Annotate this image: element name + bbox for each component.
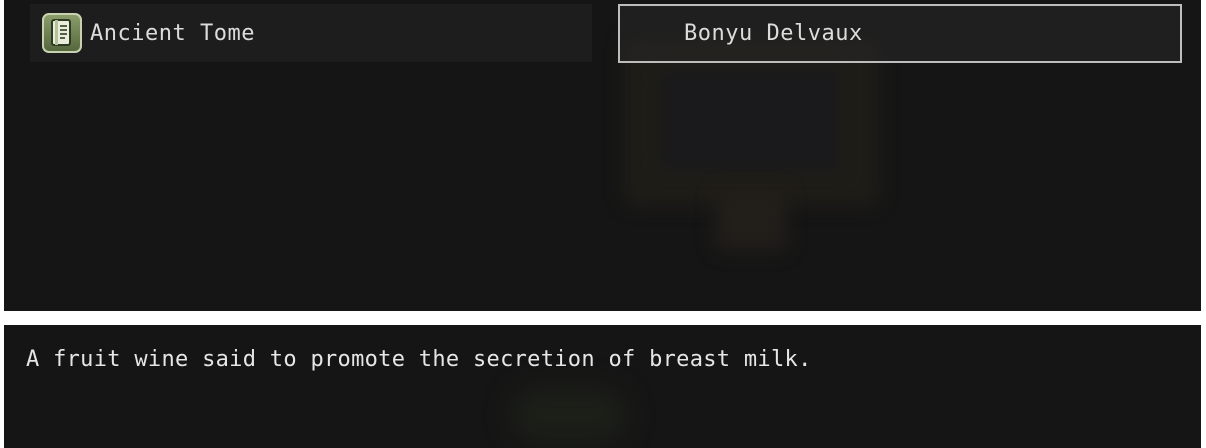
background-scene-lower (509, 385, 629, 445)
background-scene-detail (659, 70, 839, 170)
divider-right-marker (1200, 313, 1206, 323)
description-window: A fruit wine said to promote the secreti… (4, 325, 1201, 448)
item-menu-window: Ancient Tome Bonyu Delvaux (4, 0, 1201, 311)
target-character-name: Bonyu Delvaux (684, 21, 863, 46)
target-character-box[interactable]: Bonyu Delvaux (618, 4, 1182, 63)
background-scene-stem (716, 190, 786, 250)
book-icon (42, 13, 82, 53)
item-description: A fruit wine said to promote the secreti… (26, 347, 812, 372)
item-label: Ancient Tome (90, 20, 255, 46)
item-list-row[interactable]: Ancient Tome (30, 4, 592, 62)
game-screen: Ancient Tome Bonyu Delvaux A fruit wine … (0, 0, 1206, 448)
divider-left-marker (0, 313, 6, 323)
